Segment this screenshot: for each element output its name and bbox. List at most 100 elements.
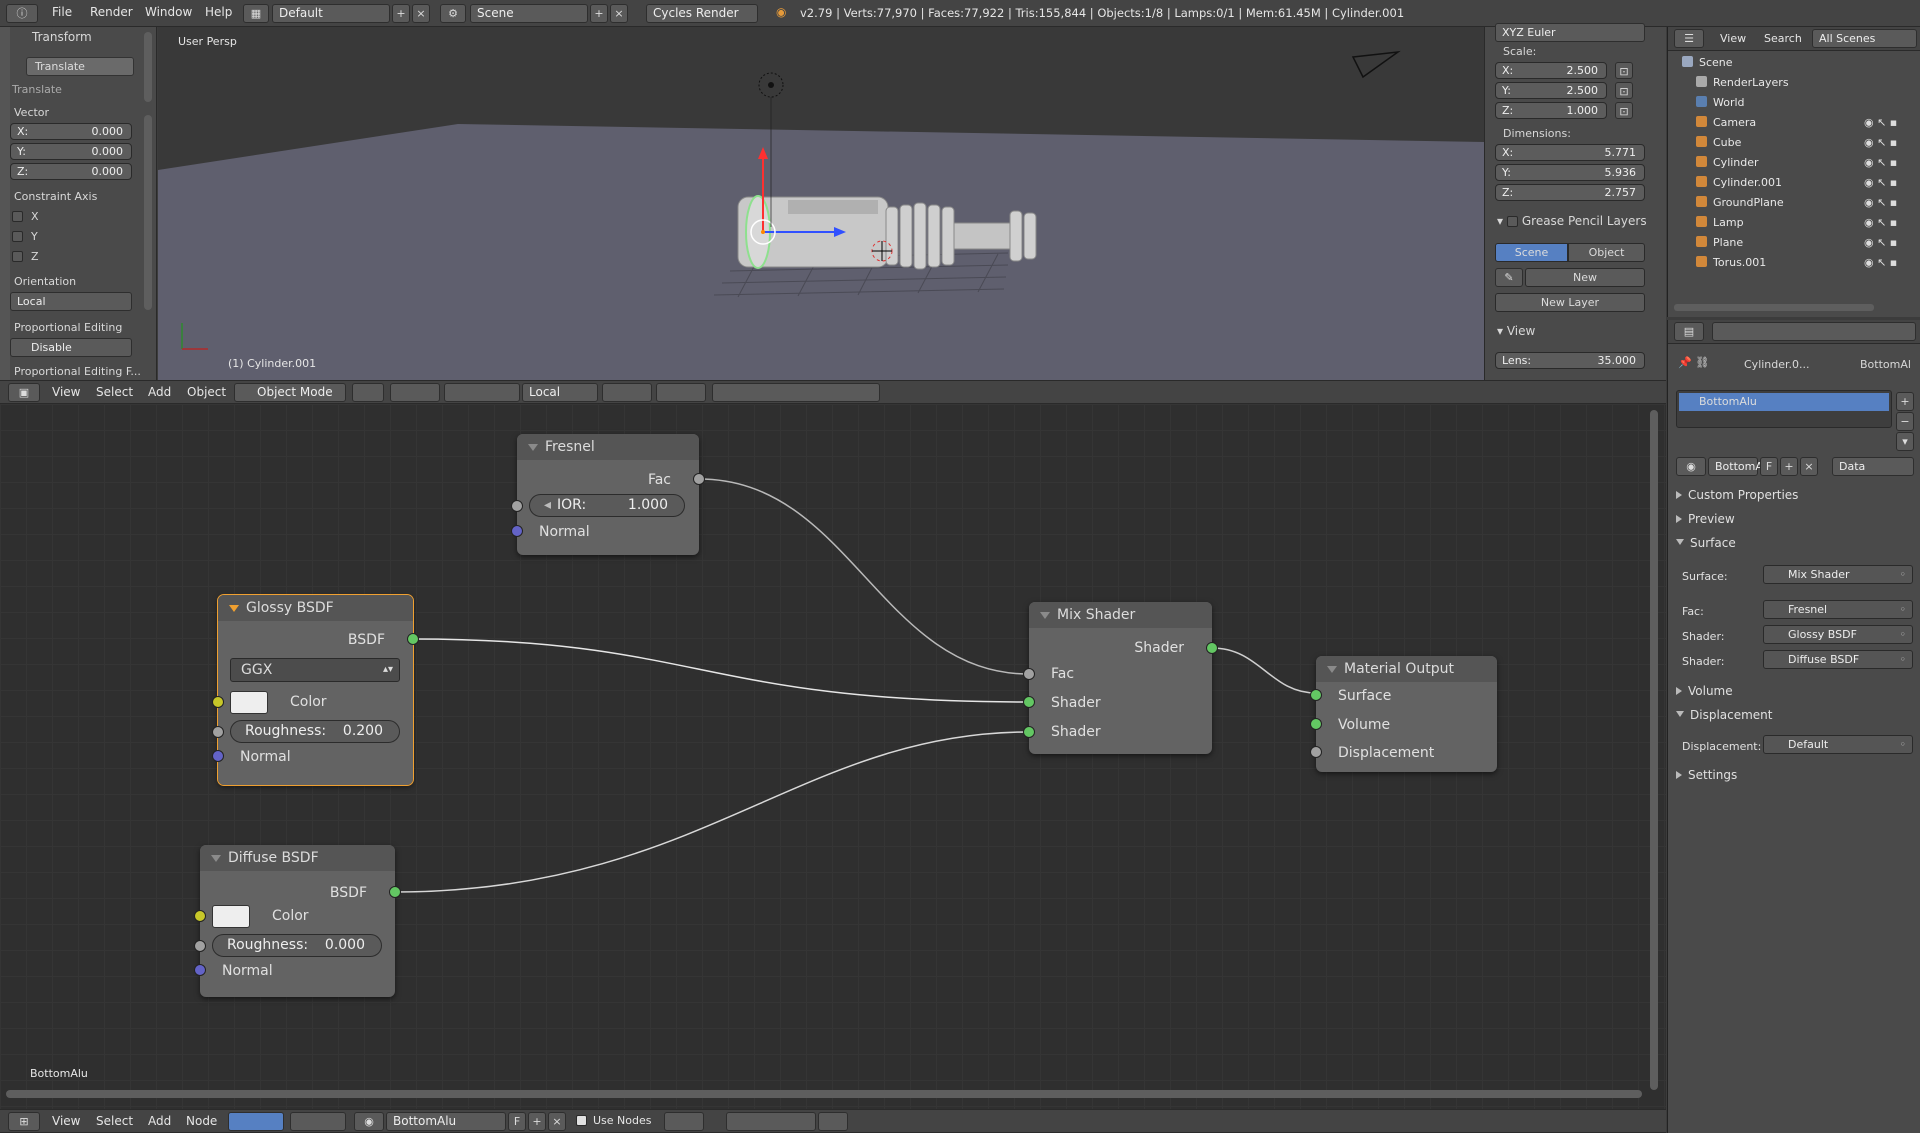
shader-context-icons[interactable] <box>290 1112 346 1131</box>
screen-layout-icon[interactable]: ▦ <box>243 4 269 23</box>
remove-screen-icon[interactable]: × <box>412 4 430 23</box>
lens-field[interactable]: Lens: 35.000 <box>1495 352 1645 369</box>
outliner-restrict-icons[interactable]: ◉ ↖ ▪ <box>1864 234 1897 252</box>
transform-orientation-dropdown[interactable]: Local <box>522 383 598 402</box>
toolshelf-scrollbar[interactable] <box>144 32 152 102</box>
outliner-item[interactable]: Cylinder.001 <box>1696 174 1782 192</box>
object-mode-dropdown[interactable]: Object Mode <box>234 383 346 402</box>
editor-type-properties-icon[interactable]: ▤ <box>1674 322 1704 341</box>
mix-shader2-socket[interactable] <box>1023 726 1035 738</box>
output-surface-socket[interactable] <box>1310 689 1322 701</box>
lock-scale-y-icon[interactable]: ⊡ <box>1615 82 1633 99</box>
panel-preview[interactable]: Preview <box>1676 512 1735 526</box>
translate-button[interactable]: Translate <box>26 57 134 76</box>
fac-input-dropdown[interactable]: Fresnel <box>1763 600 1913 619</box>
panel-settings[interactable]: Settings <box>1676 768 1737 782</box>
menu-help[interactable]: Help <box>205 5 232 19</box>
screen-layout-field[interactable]: Default <box>272 4 390 23</box>
node-menu-add[interactable]: Add <box>148 1114 171 1128</box>
outliner-restrict-icons[interactable]: ◉ ↖ ▪ <box>1864 254 1897 272</box>
glossy-color-socket[interactable] <box>212 696 224 708</box>
output-displacement-socket[interactable] <box>1310 746 1322 758</box>
fresnel-fac-socket[interactable] <box>693 473 705 485</box>
glossy-node-title[interactable]: Glossy BSDF <box>218 595 413 621</box>
outliner-restrict-icons[interactable]: ◉ ↖ ▪ <box>1864 214 1897 232</box>
mix-node-title[interactable]: Mix Shader <box>1029 602 1212 628</box>
outliner-restrict-icons[interactable]: ◉ ↖ ▪ <box>1864 194 1897 212</box>
add-slot-icon[interactable]: + <box>1896 392 1914 411</box>
node-material-field[interactable]: BottomAlu <box>386 1112 506 1131</box>
outliner-item[interactable]: Cylinder <box>1696 154 1759 172</box>
diffuse-roughness-field[interactable]: Roughness: 0.000 <box>212 934 382 957</box>
output-node-title[interactable]: Material Output <box>1316 656 1497 682</box>
mix-shader-node[interactable]: Mix Shader Shader Fac Shader Shader <box>1023 602 1218 754</box>
node-unlink-material-icon[interactable]: × <box>548 1112 566 1131</box>
outliner-restrict-icons[interactable]: ◉ ↖ ▪ <box>1864 134 1897 152</box>
mix-shader-out-socket[interactable] <box>1206 642 1218 654</box>
menu-file[interactable]: File <box>52 5 72 19</box>
view3d-menu-select[interactable]: Select <box>96 385 133 399</box>
shader2-input-dropdown[interactable]: Diffuse BSDF <box>1763 650 1913 669</box>
surface-shader-dropdown[interactable]: Mix Shader <box>1763 565 1913 584</box>
outliner-restrict-icons[interactable]: ◉ ↖ ▪ <box>1864 154 1897 172</box>
lock-scale-z-icon[interactable]: ⊡ <box>1615 102 1633 119</box>
grease-pencil-panel-header[interactable]: ▾ Grease Pencil Layers <box>1497 214 1647 228</box>
constraint-z-checkbox[interactable]: Z <box>12 250 39 263</box>
view3d-menu-add[interactable]: Add <box>148 385 171 399</box>
node-add-material-icon[interactable]: + <box>528 1112 546 1131</box>
gp-new-button[interactable]: New <box>1525 268 1645 287</box>
dimension-z-field[interactable]: Z: 2.757 <box>1495 184 1645 201</box>
material-output-node[interactable]: Material Output Surface Volume Displacem… <box>1310 656 1497 772</box>
editor-type-node-icon[interactable]: ⊞ <box>8 1112 40 1131</box>
material-browse-icon-2[interactable]: ◉ <box>1676 457 1706 476</box>
dimension-x-field[interactable]: X: 5.771 <box>1495 144 1645 161</box>
fresnel-ior-field[interactable]: ◂ IOR: 1.000 <box>529 494 685 517</box>
shader-type-icons[interactable] <box>228 1112 284 1131</box>
glossy-bsdf-socket[interactable] <box>407 633 419 645</box>
outliner-item[interactable]: Camera <box>1696 114 1756 132</box>
diffuse-bsdf-socket[interactable] <box>389 886 401 898</box>
node-editor-v-scrollbar[interactable] <box>1650 410 1658 1090</box>
view-panel-header[interactable]: ▾ View <box>1497 324 1535 338</box>
redo-scrollbar[interactable] <box>144 115 152 310</box>
remove-scene-icon[interactable]: × <box>610 4 628 23</box>
material-browse-icon[interactable]: ◉ <box>354 1112 384 1131</box>
mix-shader1-socket[interactable] <box>1023 696 1035 708</box>
diffuse-color-swatch[interactable] <box>212 905 250 928</box>
glossy-color-swatch[interactable] <box>230 691 268 714</box>
panel-custom-properties[interactable]: Custom Properties <box>1676 488 1798 502</box>
gp-object-toggle[interactable]: Object <box>1568 243 1645 262</box>
scene-icon[interactable]: ⚙ <box>440 4 466 23</box>
diffuse-roughness-socket[interactable] <box>194 940 206 952</box>
diffuse-normal-socket[interactable] <box>194 964 206 976</box>
3d-viewport[interactable]: User Persp (1) Cylinder.001 <box>158 27 1484 380</box>
remove-slot-icon[interactable]: − <box>1896 412 1914 431</box>
add-scene-icon[interactable]: + <box>590 4 608 23</box>
scale-y-field[interactable]: Y: 2.500 <box>1495 82 1607 99</box>
node-fake-user-button[interactable]: F <box>508 1112 526 1131</box>
snap-tools-icons[interactable] <box>712 383 880 402</box>
outliner-item[interactable]: Plane <box>1696 234 1743 252</box>
material-link-dropdown[interactable]: Data <box>1832 457 1914 476</box>
properties-pin-icon[interactable]: 📌 ⛓ <box>1678 356 1709 369</box>
displacement-input-dropdown[interactable]: Default <box>1763 735 1913 754</box>
layers-icon[interactable] <box>602 383 652 402</box>
menu-render[interactable]: Render <box>90 5 133 19</box>
tool-tabs[interactable] <box>0 27 10 380</box>
view3d-menu-view[interactable]: View <box>52 385 80 399</box>
diffuse-bsdf-node[interactable]: Diffuse BSDF BSDF Color Roughness: 0.000 … <box>194 845 401 997</box>
node-backdrop-icons[interactable] <box>726 1112 816 1131</box>
properties-editor[interactable]: ▤ 📌 ⛓ Cylinder.0... BottomAl BottomAlu +… <box>1667 320 1920 1133</box>
fresnel-ior-socket[interactable] <box>511 500 523 512</box>
material-slot-list[interactable]: BottomAlu <box>1676 390 1892 428</box>
fresnel-node[interactable]: Fresnel Fac ◂ IOR: 1.000 Normal <box>511 434 705 555</box>
node-snap-icons[interactable] <box>664 1112 704 1131</box>
view3d-menu-object[interactable]: Object <box>187 385 226 399</box>
manipulator-icons[interactable] <box>444 383 520 402</box>
use-nodes-checkbox[interactable]: Use Nodes <box>576 1114 652 1127</box>
gp-new-layer-button[interactable]: New Layer <box>1495 293 1645 312</box>
slot-menu-icon[interactable]: ▾ <box>1896 432 1914 451</box>
outliner-scrollbar[interactable] <box>1674 304 1874 311</box>
menu-window[interactable]: Window <box>145 5 192 19</box>
layers2-icon[interactable] <box>656 383 706 402</box>
